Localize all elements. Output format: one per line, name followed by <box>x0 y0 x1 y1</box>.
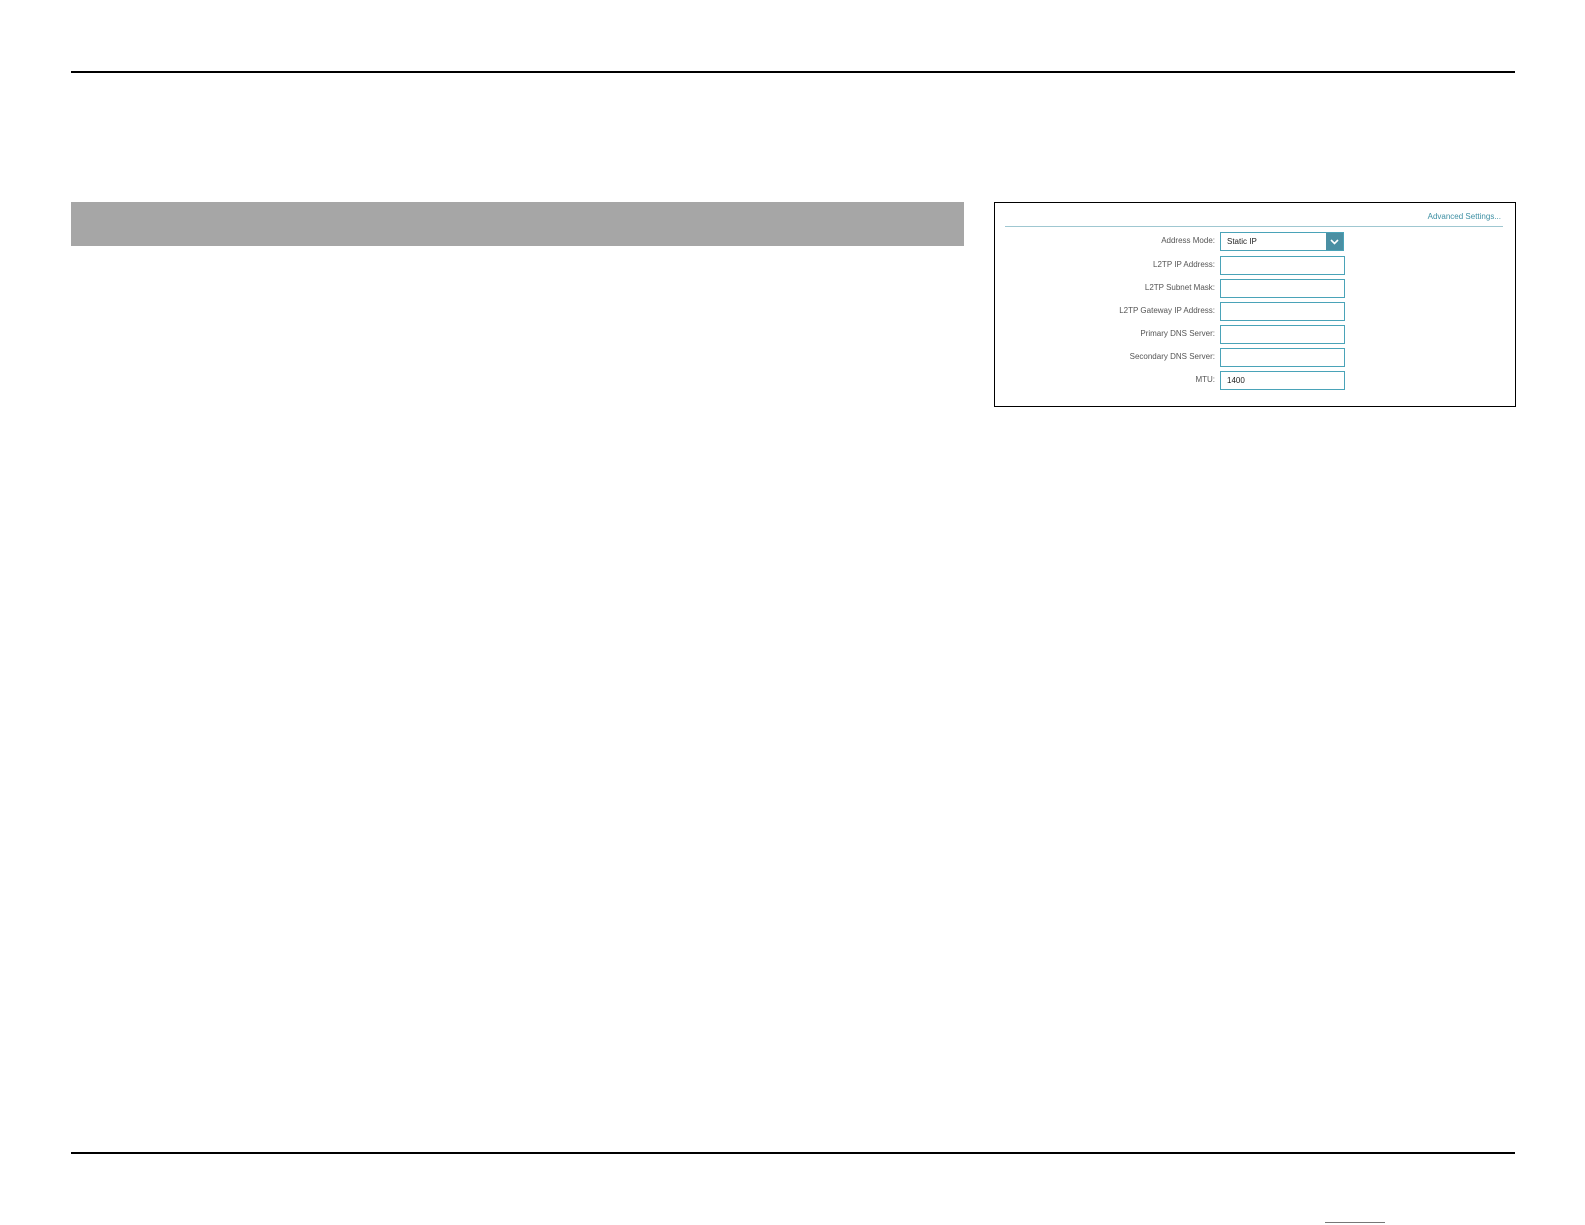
l2tp-ip-address-input[interactable] <box>1220 256 1345 275</box>
address-mode-value: Static IP <box>1227 237 1257 246</box>
l2tp-gateway-ip-label: L2TP Gateway IP Address: <box>1119 306 1215 315</box>
header-rule <box>71 71 1515 73</box>
footer-rule <box>71 1152 1515 1154</box>
secondary-dns-input[interactable] <box>1220 348 1345 367</box>
advanced-settings-divider <box>1005 226 1503 227</box>
mtu-input[interactable] <box>1220 371 1345 390</box>
mtu-row: MTU: <box>1005 371 1505 390</box>
l2tp-settings-screenshot: Advanced Settings... Address Mode: Stati… <box>994 202 1516 407</box>
manual-page: Advanced Settings... Address Mode: Stati… <box>0 0 1585 1225</box>
l2tp-ip-address-label: L2TP IP Address: <box>1153 260 1215 269</box>
address-mode-select[interactable]: Static IP <box>1220 232 1344 251</box>
chevron-down-icon[interactable] <box>1326 233 1343 250</box>
l2tp-subnet-mask-input[interactable] <box>1220 279 1345 298</box>
section-heading-bar <box>71 202 964 246</box>
primary-dns-label: Primary DNS Server: <box>1140 329 1215 338</box>
address-mode-label: Address Mode: <box>1161 236 1215 245</box>
mtu-label: MTU: <box>1195 375 1215 384</box>
l2tp-gateway-ip-row: L2TP Gateway IP Address: <box>1005 302 1505 321</box>
l2tp-gateway-ip-input[interactable] <box>1220 302 1345 321</box>
secondary-dns-row: Secondary DNS Server: <box>1005 348 1505 367</box>
address-mode-row: Address Mode: Static IP <box>1005 232 1505 251</box>
secondary-dns-label: Secondary DNS Server: <box>1129 352 1215 361</box>
advanced-settings-link[interactable]: Advanced Settings... <box>1428 212 1501 221</box>
l2tp-ip-address-row: L2TP IP Address: <box>1005 256 1505 275</box>
primary-dns-input[interactable] <box>1220 325 1345 344</box>
footer-underline <box>1325 1222 1385 1223</box>
l2tp-subnet-mask-row: L2TP Subnet Mask: <box>1005 279 1505 298</box>
primary-dns-row: Primary DNS Server: <box>1005 325 1505 344</box>
l2tp-subnet-mask-label: L2TP Subnet Mask: <box>1144 283 1215 292</box>
